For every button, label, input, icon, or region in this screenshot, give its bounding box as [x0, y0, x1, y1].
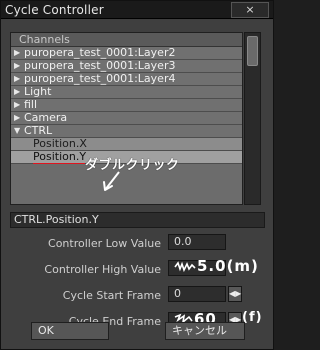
handwritten-end-unit: (f) [242, 310, 263, 325]
selected-channel-field[interactable]: CTRL.Position.Y [10, 212, 265, 228]
handwritten-high-note: 5.0(m) [197, 257, 259, 275]
dialog-body: Channels ▶ puropera_test_0001:Layer2 ▶ p… [1, 20, 273, 349]
controller-low-input[interactable]: 0.0 [168, 234, 226, 250]
channels-scrollbar[interactable] [244, 32, 261, 205]
controller-low-label: Controller Low Value [48, 237, 161, 250]
cycle-controller-window: Cycle Controller × Channels ▶ puropera_t… [0, 0, 274, 350]
cycle-start-label: Cycle Start Frame [62, 289, 161, 302]
cancel-button[interactable]: キャンセル [165, 322, 245, 340]
controller-high-label: Controller High Value [44, 263, 161, 276]
close-button[interactable]: × [231, 2, 269, 18]
scribble-icon [174, 261, 196, 273]
window-title: Cycle Controller [5, 3, 104, 17]
cycle-start-spinner[interactable]: ◀▶ [228, 286, 242, 302]
scrollbar-thumb[interactable] [247, 36, 258, 66]
ok-button[interactable]: OK [31, 322, 109, 340]
cycle-start-input[interactable]: 0 [168, 286, 226, 302]
title-bar[interactable]: Cycle Controller × [1, 1, 273, 19]
